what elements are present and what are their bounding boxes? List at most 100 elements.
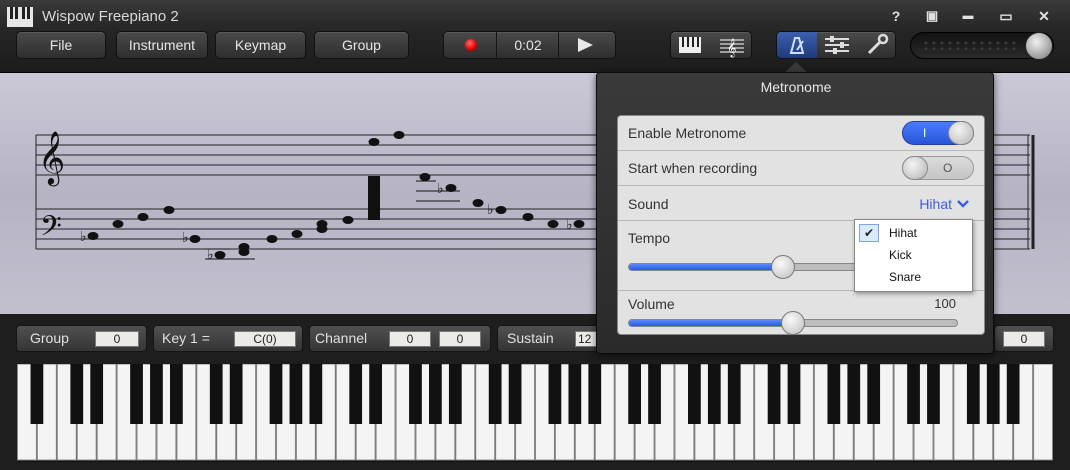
enable-metronome-toggle[interactable]: I [902,121,974,145]
black-key[interactable] [369,364,382,424]
mini-mode-button[interactable]: ▣ [922,6,942,26]
piano-keyboard[interactable] [17,363,1053,462]
tempo-slider-thumb[interactable] [771,255,796,279]
black-key[interactable] [150,364,163,424]
metronome-popup: Metronome Enable Metronome I Start when … [596,72,994,354]
toggle-knob [902,156,928,180]
black-key[interactable] [588,364,602,424]
sound-option-hihat[interactable]: ✔ Hihat [855,222,972,244]
enable-metronome-row: Enable Metronome I [618,116,984,151]
group-value-field[interactable]: 0 [95,331,139,347]
black-key[interactable] [767,364,781,424]
white-key[interactable] [1033,363,1053,461]
treble-clef: 𝄞 [38,130,65,186]
record-icon[interactable] [465,39,477,51]
sound-option-label: Hihat [889,226,918,240]
black-key[interactable] [867,364,881,424]
key-label: Key 1 = [162,330,210,346]
black-key[interactable] [448,364,462,424]
volume-slider-thumb[interactable] [781,311,805,335]
black-key[interactable] [409,364,422,424]
toggle-off-text: O [943,161,953,175]
black-key[interactable] [907,364,920,424]
volume-knob[interactable] [1025,32,1053,60]
black-key[interactable] [309,364,323,424]
black-key[interactable] [927,364,940,424]
tempo-label: Tempo [628,230,671,246]
black-key[interactable] [568,364,582,424]
black-key[interactable] [688,364,701,424]
channel-value-1-field[interactable]: 0 [389,331,431,347]
keyboard-icon[interactable] [671,32,711,58]
svg-text:♭: ♭ [566,216,573,232]
volume-slider-fill [629,320,793,326]
volume-row: Volume 100 [618,291,984,335]
sliders-icon[interactable] [817,32,857,58]
sound-select-value[interactable]: Hihat [919,196,952,212]
maximize-button[interactable]: ▭ [996,6,1016,26]
start-recording-row: Start when recording O [618,151,984,186]
keymap-menu-button[interactable]: Keymap [215,31,306,59]
channel-value-2-field[interactable]: 0 [439,331,481,347]
sound-label: Sound [628,196,669,212]
right-value-field[interactable]: 0 [1003,331,1045,347]
black-key[interactable] [727,364,741,424]
volume-label: Volume [628,296,675,312]
sound-option-kick[interactable]: Kick [855,244,972,266]
black-key[interactable] [269,364,283,424]
chevron-down-icon[interactable] [956,199,970,209]
black-key[interactable] [170,364,183,424]
black-key[interactable] [349,364,363,424]
close-button[interactable]: ✕ [1034,6,1054,26]
key-control: Key 1 = C(0) [153,325,303,352]
channel-control: Channel 0 0 [309,325,491,352]
black-key[interactable] [508,364,522,424]
metronome-icon[interactable] [777,32,817,58]
black-key[interactable] [648,364,661,424]
toggle-on-text: I [923,126,927,140]
black-key[interactable] [488,364,502,424]
bass-clef: 𝄢 [40,210,62,250]
file-menu-button[interactable]: File [16,31,106,59]
svg-text:♭: ♭ [80,228,87,244]
black-key[interactable] [229,364,243,424]
sound-option-label: Kick [889,248,912,262]
black-key[interactable] [429,364,442,424]
score-notes: ♭ ♭ ♭ ♭ ♭ ♭ [80,131,585,262]
black-key[interactable] [70,364,84,424]
black-key[interactable] [628,364,641,424]
minimize-button[interactable]: ▬ [958,6,978,26]
start-recording-toggle[interactable]: O [902,156,974,180]
toggle-knob [948,121,974,145]
black-key[interactable] [548,364,562,424]
black-key[interactable] [847,364,861,424]
black-key[interactable] [209,364,223,424]
help-button[interactable]: ? [886,6,906,26]
master-volume-slider[interactable] [910,32,1054,60]
black-key[interactable] [787,364,801,424]
play-icon[interactable] [578,38,593,52]
black-key[interactable] [966,364,980,424]
black-key[interactable] [30,364,44,424]
sound-option-snare[interactable]: Snare [855,266,972,288]
transport-bar: 0:02 [443,31,616,59]
piano-keys[interactable] [17,363,1053,462]
key-value-field[interactable]: C(0) [234,331,296,347]
instrument-menu-button[interactable]: Instrument [116,31,208,59]
volume-dots [924,41,1016,51]
wrench-icon[interactable] [857,32,897,58]
score-icon[interactable]: 𝄞 [712,32,752,58]
black-key[interactable] [90,364,104,424]
group-label: Group [30,330,69,346]
svg-text:♭: ♭ [207,246,214,262]
black-key[interactable] [130,364,143,424]
window-title: Wispow Freepiano 2 [42,8,179,25]
group-menu-button[interactable]: Group [314,31,409,59]
black-key[interactable] [827,364,841,424]
black-key[interactable] [289,364,303,424]
black-key[interactable] [1006,364,1020,424]
black-key[interactable] [986,364,1000,424]
volume-slider[interactable] [628,311,958,335]
right-control: 0 [994,325,1054,352]
black-key[interactable] [707,364,721,424]
